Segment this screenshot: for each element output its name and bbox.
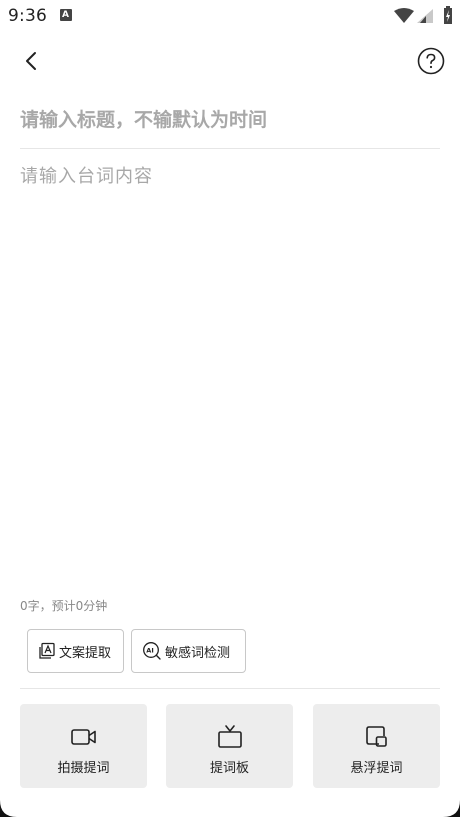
sensitive-word-detect-label: 敏感词检测: [165, 645, 231, 661]
extract-text-button[interactable]: 文案提取: [27, 629, 124, 673]
prompter-board-button[interactable]: 提词板: [166, 704, 293, 788]
wifi-icon: [394, 8, 414, 23]
divider: [20, 148, 440, 149]
ai-search-icon: AI: [142, 641, 162, 661]
prompter-board-label: 提词板: [209, 761, 249, 776]
floating-window-icon: [365, 724, 389, 750]
top-bar: [0, 40, 460, 84]
content-input[interactable]: [20, 162, 440, 582]
extract-text-label: 文案提取: [59, 645, 112, 661]
word-count: 0字，预计0分钟: [20, 599, 108, 613]
status-time: 9:36: [8, 6, 47, 26]
sensitive-word-detect-button[interactable]: AI 敏感词检测: [131, 629, 246, 673]
a-box-icon: A: [60, 9, 72, 21]
signal-icon: [417, 9, 433, 23]
floating-prompter-label: 悬浮提词: [350, 761, 403, 776]
text-extract-icon: [38, 642, 56, 660]
help-button[interactable]: [416, 46, 446, 76]
tv-icon: [217, 724, 243, 750]
screen-corner: [0, 800, 460, 817]
question-circle-icon: [417, 47, 445, 75]
shoot-prompter-button[interactable]: 拍摄提词: [20, 704, 147, 788]
back-button[interactable]: [18, 46, 44, 76]
status-bar: 9:36 A: [0, 0, 460, 32]
title-input[interactable]: [20, 100, 440, 140]
divider: [20, 688, 440, 689]
floating-prompter-button[interactable]: 悬浮提词: [313, 704, 440, 788]
svg-text:AI: AI: [146, 647, 153, 655]
chevron-left-icon: [26, 52, 36, 70]
video-camera-icon: [70, 724, 98, 750]
shoot-prompter-label: 拍摄提词: [57, 761, 110, 776]
battery-charging-icon: [444, 6, 452, 24]
